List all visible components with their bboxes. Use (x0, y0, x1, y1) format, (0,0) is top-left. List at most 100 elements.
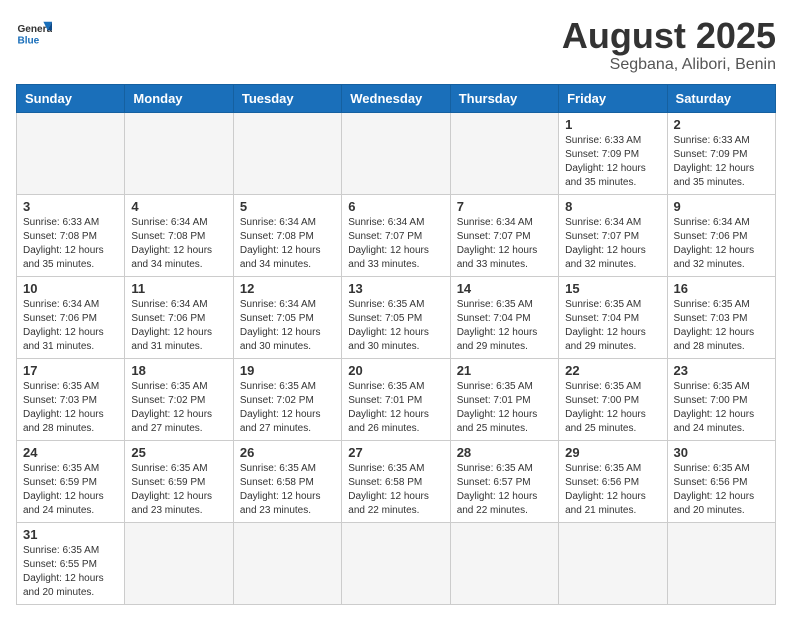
calendar-day-cell: 31 Sunrise: 6:35 AM Sunset: 6:55 PM Dayli… (17, 522, 125, 604)
day-number: 14 (457, 281, 552, 296)
calendar-day-cell (450, 522, 558, 604)
day-number: 22 (565, 363, 660, 378)
day-number: 15 (565, 281, 660, 296)
calendar-week-row: 31 Sunrise: 6:35 AM Sunset: 6:55 PM Dayli… (17, 522, 776, 604)
calendar-header-row: SundayMondayTuesdayWednesdayThursdayFrid… (17, 84, 776, 112)
day-info: Sunrise: 6:35 AM Sunset: 7:05 PM Dayligh… (348, 298, 443, 354)
calendar-week-row: 3Sunrise: 6:33 AM Sunset: 7:08 PM Daylig… (17, 194, 776, 276)
day-number: 18 (131, 363, 226, 378)
day-number: 24 (23, 445, 118, 460)
day-info: Sunrise: 6:35 AM Sunset: 6:56 PM Dayligh… (565, 462, 660, 518)
day-number: 21 (457, 363, 552, 378)
day-number: 10 (23, 281, 118, 296)
day-info: Sunrise: 6:35 AM Sunset: 6:58 PM Dayligh… (348, 462, 443, 518)
calendar-day-cell: 17 Sunrise: 6:35 AM Sunset: 7:03 PM Dayli… (17, 358, 125, 440)
title-area: August 2025 Segbana, Alibori, Benin (562, 16, 776, 74)
month-title: August 2025 (562, 16, 776, 56)
day-info: Sunrise: 6:35 AM Sunset: 6:57 PM Dayligh… (457, 462, 552, 518)
calendar-day-cell: 23Sunrise: 6:35 AM Sunset: 7:00 PM Dayli… (667, 358, 775, 440)
day-info: Sunrise: 6:35 AM Sunset: 7:00 PM Dayligh… (565, 380, 660, 436)
calendar-day-cell (233, 522, 341, 604)
logo-icon: General Blue (16, 16, 52, 52)
day-info: Sunrise: 6:34 AM Sunset: 7:06 PM Dayligh… (23, 298, 118, 354)
day-info: Sunrise: 6:34 AM Sunset: 7:07 PM Dayligh… (457, 216, 552, 272)
calendar-day-cell: 22 Sunrise: 6:35 AM Sunset: 7:00 PM Dayli… (559, 358, 667, 440)
calendar-day-cell: 11Sunrise: 6:34 AM Sunset: 7:06 PM Dayli… (125, 276, 233, 358)
calendar-week-row: 1 Sunrise: 6:33 AM Sunset: 7:09 PM Daylig… (17, 112, 776, 194)
day-number: 4 (131, 199, 226, 214)
calendar-day-cell (342, 522, 450, 604)
calendar-day-cell: 2 Sunrise: 6:33 AM Sunset: 7:09 PM Daylig… (667, 112, 775, 194)
day-info: Sunrise: 6:35 AM Sunset: 6:55 PM Dayligh… (23, 544, 118, 600)
calendar-day-cell: 21 Sunrise: 6:35 AM Sunset: 7:01 PM Dayli… (450, 358, 558, 440)
day-number: 2 (674, 117, 769, 132)
calendar-day-cell: 1Sunrise: 6:33 AM Sunset: 7:09 PM Daylig… (559, 112, 667, 194)
calendar-day-cell: 18 Sunrise: 6:35 AM Sunset: 7:02 PM Dayli… (125, 358, 233, 440)
calendar-day-cell (667, 522, 775, 604)
day-info: Sunrise: 6:35 AM Sunset: 7:02 PM Dayligh… (131, 380, 226, 436)
calendar-day-cell: 4Sunrise: 6:34 AM Sunset: 7:08 PM Daylig… (125, 194, 233, 276)
day-number: 12 (240, 281, 335, 296)
calendar-day-cell (342, 112, 450, 194)
calendar-day-cell: 5Sunrise: 6:34 AM Sunset: 7:08 PM Daylig… (233, 194, 341, 276)
day-number: 9 (674, 199, 769, 214)
header: General Blue August 2025 Segbana, Alibor… (16, 16, 776, 74)
calendar-day-cell: 16 Sunrise: 6:35 AM Sunset: 7:03 PM Dayli… (667, 276, 775, 358)
calendar-header-sunday: Sunday (17, 84, 125, 112)
svg-text:Blue: Blue (17, 35, 39, 46)
day-info: Sunrise: 6:33 AM Sunset: 7:09 PM Dayligh… (674, 134, 769, 190)
day-info: Sunrise: 6:35 AM Sunset: 7:01 PM Dayligh… (457, 380, 552, 436)
calendar-day-cell (559, 522, 667, 604)
calendar-day-cell: 26 Sunrise: 6:35 AM Sunset: 6:58 PM Dayli… (233, 440, 341, 522)
calendar-day-cell: 3Sunrise: 6:33 AM Sunset: 7:08 PM Daylig… (17, 194, 125, 276)
day-info: Sunrise: 6:35 AM Sunset: 6:58 PM Dayligh… (240, 462, 335, 518)
calendar-header-saturday: Saturday (667, 84, 775, 112)
calendar-day-cell: 10 Sunrise: 6:34 AM Sunset: 7:06 PM Dayli… (17, 276, 125, 358)
day-number: 6 (348, 199, 443, 214)
calendar-day-cell: 19Sunrise: 6:35 AM Sunset: 7:02 PM Dayli… (233, 358, 341, 440)
day-number: 30 (674, 445, 769, 460)
day-number: 8 (565, 199, 660, 214)
calendar-day-cell: 13 Sunrise: 6:35 AM Sunset: 7:05 PM Dayli… (342, 276, 450, 358)
calendar-header-monday: Monday (125, 84, 233, 112)
day-number: 19 (240, 363, 335, 378)
calendar-day-cell: 30 Sunrise: 6:35 AM Sunset: 6:56 PM Dayli… (667, 440, 775, 522)
calendar-table: SundayMondayTuesdayWednesdayThursdayFrid… (16, 84, 776, 605)
calendar-day-cell: 25Sunrise: 6:35 AM Sunset: 6:59 PM Dayli… (125, 440, 233, 522)
calendar-day-cell: 20 Sunrise: 6:35 AM Sunset: 7:01 PM Dayli… (342, 358, 450, 440)
calendar-day-cell (125, 522, 233, 604)
calendar-header-tuesday: Tuesday (233, 84, 341, 112)
calendar-day-cell: 8Sunrise: 6:34 AM Sunset: 7:07 PM Daylig… (559, 194, 667, 276)
day-number: 13 (348, 281, 443, 296)
day-number: 31 (23, 527, 118, 542)
calendar-day-cell: 12 Sunrise: 6:34 AM Sunset: 7:05 PM Dayli… (233, 276, 341, 358)
day-number: 16 (674, 281, 769, 296)
calendar-week-row: 10 Sunrise: 6:34 AM Sunset: 7:06 PM Dayli… (17, 276, 776, 358)
day-number: 27 (348, 445, 443, 460)
day-number: 29 (565, 445, 660, 460)
day-number: 17 (23, 363, 118, 378)
day-info: Sunrise: 6:34 AM Sunset: 7:05 PM Dayligh… (240, 298, 335, 354)
calendar-day-cell: 24Sunrise: 6:35 AM Sunset: 6:59 PM Dayli… (17, 440, 125, 522)
day-info: Sunrise: 6:35 AM Sunset: 6:59 PM Dayligh… (131, 462, 226, 518)
calendar-day-cell (233, 112, 341, 194)
calendar-header-friday: Friday (559, 84, 667, 112)
day-info: Sunrise: 6:35 AM Sunset: 7:03 PM Dayligh… (23, 380, 118, 436)
calendar-day-cell: 9Sunrise: 6:34 AM Sunset: 7:06 PM Daylig… (667, 194, 775, 276)
calendar-day-cell: 6 Sunrise: 6:34 AM Sunset: 7:07 PM Daylig… (342, 194, 450, 276)
calendar-week-row: 24 Sunrise: 6:35 AM Sunset: 6:59 PM Dayli… (17, 440, 776, 522)
day-info: Sunrise: 6:34 AM Sunset: 7:06 PM Dayligh… (131, 298, 226, 354)
day-info: Sunrise: 6:35 AM Sunset: 7:01 PM Dayligh… (348, 380, 443, 436)
calendar-day-cell: 7 Sunrise: 6:34 AM Sunset: 7:07 PM Daylig… (450, 194, 558, 276)
day-info: Sunrise: 6:34 AM Sunset: 7:07 PM Dayligh… (348, 216, 443, 272)
day-number: 3 (23, 199, 118, 214)
location-title: Segbana, Alibori, Benin (562, 56, 776, 74)
day-info: Sunrise: 6:35 AM Sunset: 7:04 PM Dayligh… (457, 298, 552, 354)
day-number: 7 (457, 199, 552, 214)
day-info: Sunrise: 6:35 AM Sunset: 6:56 PM Dayligh… (674, 462, 769, 518)
day-info: Sunrise: 6:35 AM Sunset: 7:03 PM Dayligh… (674, 298, 769, 354)
calendar-week-row: 17 Sunrise: 6:35 AM Sunset: 7:03 PM Dayli… (17, 358, 776, 440)
day-number: 20 (348, 363, 443, 378)
day-number: 1 (565, 117, 660, 132)
day-number: 26 (240, 445, 335, 460)
